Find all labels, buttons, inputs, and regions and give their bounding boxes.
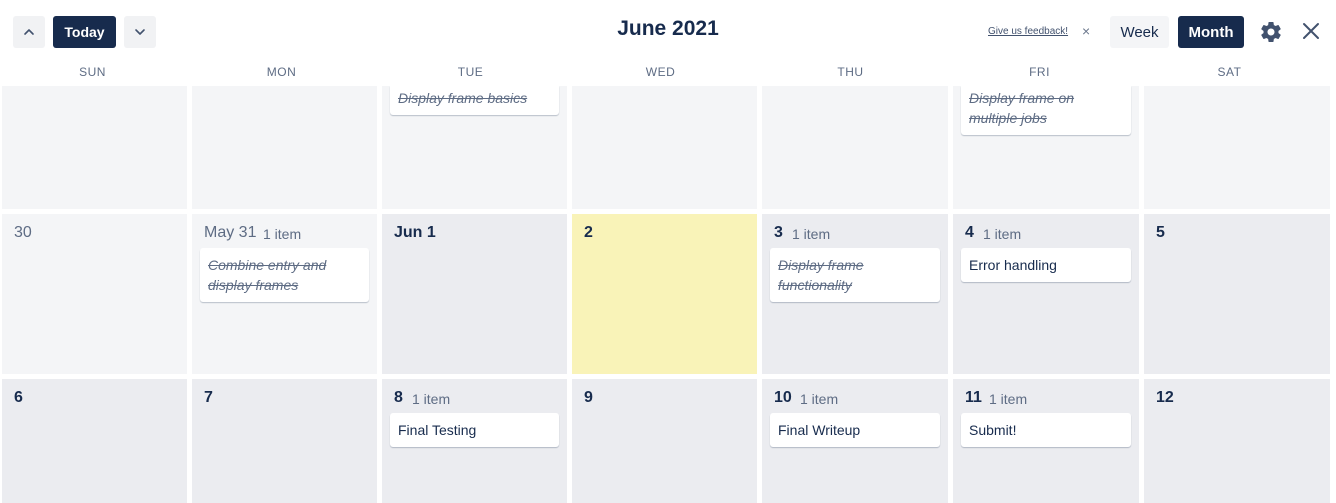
- previous-button[interactable]: [13, 16, 45, 48]
- chevron-down-icon: [135, 29, 145, 35]
- day-cell[interactable]: [2, 86, 187, 209]
- day-cell[interactable]: 10 1 item Final Writeup: [762, 379, 948, 503]
- item-count: 1 item: [263, 226, 302, 242]
- day-cell[interactable]: 5: [1144, 214, 1330, 374]
- task-card[interactable]: Submit!: [961, 413, 1131, 447]
- task-card[interactable]: Display frame on multiple jobs: [961, 86, 1131, 135]
- day-number: 4: [965, 224, 974, 241]
- weekday-tue: TUE: [457, 65, 484, 79]
- task-card[interactable]: Final Writeup: [770, 413, 940, 447]
- day-number: 30: [14, 224, 32, 241]
- day-number: 12: [1156, 389, 1174, 406]
- day-number: 9: [584, 389, 593, 406]
- weekday-sun: SUN: [79, 65, 106, 79]
- task-card[interactable]: Combine entry and display frames: [200, 248, 369, 302]
- item-count: 1 item: [792, 226, 831, 242]
- day-cell[interactable]: [572, 86, 757, 209]
- day-number: 2: [584, 224, 593, 241]
- day-cell[interactable]: 12: [1144, 379, 1330, 503]
- day-cell[interactable]: 4 1 item Error handling: [953, 214, 1139, 374]
- day-number: 6: [14, 389, 23, 406]
- weekday-sat: SAT: [1217, 65, 1242, 79]
- feedback-link[interactable]: Give us feedback!: [988, 26, 1068, 37]
- day-number: Jun 1: [394, 224, 436, 241]
- task-card[interactable]: Display frame basics: [390, 86, 559, 115]
- close-icon[interactable]: [1300, 20, 1322, 42]
- day-cell[interactable]: Display frame basics: [382, 86, 567, 209]
- day-cell[interactable]: [192, 86, 377, 209]
- day-cell[interactable]: [762, 86, 948, 209]
- day-number: 7: [204, 389, 213, 406]
- item-count: 1 item: [989, 391, 1028, 407]
- month-view-button[interactable]: Month: [1178, 16, 1244, 48]
- day-number: 10: [774, 389, 792, 406]
- calendar-header: Today June 2021 Give us feedback! × Week…: [0, 0, 1336, 62]
- weekday-mon: MON: [266, 65, 297, 79]
- chevron-up-icon: [24, 29, 34, 35]
- day-cell[interactable]: 6: [2, 379, 187, 503]
- weekday-wed: WED: [645, 65, 676, 79]
- feedback-close-icon[interactable]: ×: [1082, 24, 1090, 38]
- day-cell[interactable]: 8 1 item Final Testing: [382, 379, 567, 503]
- day-cell[interactable]: 9: [572, 379, 757, 503]
- day-cell[interactable]: May 31 1 item Combine entry and display …: [192, 214, 377, 374]
- weekday-header: SUN MON TUE WED THU FRI SAT: [0, 62, 1336, 86]
- item-count: 1 item: [800, 391, 839, 407]
- day-number: 3: [774, 224, 783, 241]
- day-cell[interactable]: Display frame on multiple jobs: [953, 86, 1139, 209]
- gear-icon[interactable]: [1259, 20, 1283, 44]
- day-cell[interactable]: 3 1 item Display frame functionality: [762, 214, 948, 374]
- weekday-thu: THU: [837, 65, 864, 79]
- day-number: 11: [965, 389, 982, 406]
- task-card[interactable]: Display frame functionality: [770, 248, 940, 302]
- task-card[interactable]: Error handling: [961, 248, 1131, 282]
- day-cell[interactable]: [1144, 86, 1330, 209]
- day-cell[interactable]: Jun 1: [382, 214, 567, 374]
- week-view-button[interactable]: Week: [1110, 16, 1169, 48]
- item-count: 1 item: [412, 391, 451, 407]
- day-cell[interactable]: 30: [2, 214, 187, 374]
- day-number: May 31: [204, 224, 257, 241]
- day-cell[interactable]: 7: [192, 379, 377, 503]
- day-cell-today[interactable]: 2: [572, 214, 757, 374]
- item-count: 1 item: [983, 226, 1022, 242]
- today-button[interactable]: Today: [53, 16, 116, 48]
- task-card[interactable]: Final Testing: [390, 413, 559, 447]
- weekday-fri: FRI: [1029, 65, 1050, 79]
- day-number: 8: [394, 389, 403, 406]
- month-title: June 2021: [617, 17, 719, 40]
- day-cell[interactable]: 11 1 item Submit!: [953, 379, 1139, 503]
- day-number: 5: [1156, 224, 1165, 241]
- next-button[interactable]: [124, 16, 156, 48]
